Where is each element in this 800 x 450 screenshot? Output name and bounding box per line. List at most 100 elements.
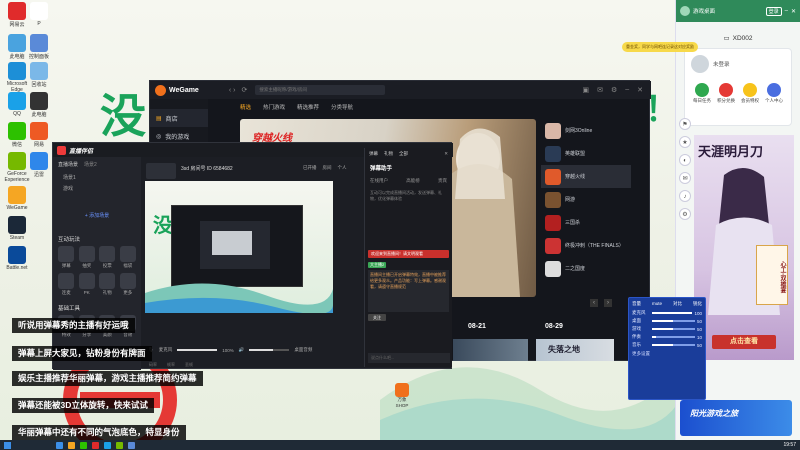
tab-category[interactable]: 分类导航: [331, 103, 353, 111]
speaker-icon[interactable]: 🔊: [239, 347, 245, 353]
close-icon[interactable]: ✕: [637, 86, 643, 94]
desktop-icon[interactable]: 控制面板: [24, 34, 54, 60]
taskbar-app-icon[interactable]: [104, 441, 111, 449]
tool-button[interactable]: 投票: [97, 246, 118, 269]
refresh-icon[interactable]: ⟳: [241, 86, 247, 94]
tool-button[interactable]: 弹幕: [56, 246, 77, 269]
game-list-item[interactable]: 三国杀: [541, 211, 631, 234]
add-scene-button[interactable]: + 添加场景: [53, 194, 141, 219]
dm-tab-gift[interactable]: 礼物: [384, 151, 393, 157]
game-list-item[interactable]: 穿越火线: [541, 165, 631, 188]
desktop-icon[interactable]: P: [24, 2, 54, 27]
mixer-slider[interactable]: [652, 344, 695, 346]
taskbar-app-icon[interactable]: [116, 441, 123, 449]
sidebar-item-store[interactable]: ▤ 商店: [150, 109, 208, 127]
desktop-icon[interactable]: 此电脑: [24, 92, 54, 118]
dm-input[interactable]: 说点什么吧...: [368, 353, 450, 363]
mixer-row[interactable]: 伴奏 10: [629, 333, 705, 341]
scene-source-1[interactable]: 场景1: [53, 172, 141, 183]
dm-tab-all[interactable]: 全部: [399, 151, 408, 157]
danmaku-panel[interactable]: 弹幕 礼物 全部 ✕ 弹幕助手 在线用户 高能榜 贵宾 互动可以完成直播间活动，…: [364, 148, 452, 367]
ad-banner[interactable]: 阳光游戏之旅: [680, 400, 792, 436]
taskbar-app-icon[interactable]: [92, 441, 99, 449]
tab-featured[interactable]: 精选: [240, 103, 251, 111]
mixer-slider[interactable]: [652, 336, 695, 338]
news-thumb-1[interactable]: [453, 339, 528, 361]
minimize-icon[interactable]: –: [625, 86, 629, 94]
game-list-item[interactable]: 剑网3Online: [541, 119, 631, 142]
quick-button[interactable]: 积分兑换: [715, 83, 737, 104]
stream-preview[interactable]: 没: [145, 181, 333, 313]
next-arrow-icon[interactable]: ›: [604, 299, 612, 307]
game-poster[interactable]: 天涯明月刀 心工·双雄宴 点击查看: [694, 135, 794, 360]
mixer-footer[interactable]: 更多设置: [629, 349, 705, 359]
taskbar-app-icon[interactable]: [80, 441, 87, 449]
tool-button[interactable]: 更多: [118, 273, 139, 296]
scene-tab-1[interactable]: 直播场景: [58, 161, 78, 168]
dm-subtab-rank[interactable]: 高能榜: [406, 178, 420, 184]
dm-subtab-online[interactable]: 在线用户: [370, 178, 388, 184]
tool-button[interactable]: 抽奖: [77, 246, 98, 269]
quick-button[interactable]: 会员特权: [739, 83, 761, 104]
dm-close-icon[interactable]: ✕: [444, 151, 448, 157]
rpanel-minimize-icon[interactable]: –: [785, 8, 788, 14]
mixer-slider[interactable]: [652, 312, 693, 314]
mixer-row[interactable]: 音乐 50: [629, 341, 705, 349]
dm-subtab-vip[interactable]: 贵宾: [438, 178, 447, 184]
game-list-item[interactable]: 英雄联盟: [541, 142, 631, 165]
audio-mixer-panel[interactable]: 音量 mute 对比 锐化 麦克风 100 桌面 50 游戏 50 伴奏 10 音乐 50 更多设置: [628, 297, 706, 400]
prev-arrow-icon[interactable]: ‹: [590, 299, 598, 307]
poster-cta-button[interactable]: 点击查看: [712, 335, 776, 349]
taskbar-app-icon[interactable]: [68, 441, 75, 449]
game-list-item[interactable]: 二之国度: [541, 257, 631, 280]
quick-button[interactable]: 每日任务: [691, 83, 713, 104]
news-thumb-2[interactable]: 失落之地: [536, 339, 614, 361]
start-icon[interactable]: [4, 441, 11, 449]
scene-source-2[interactable]: 游戏: [53, 183, 141, 194]
back-icon[interactable]: ‹ ›: [229, 87, 236, 94]
side-shortcut-icon[interactable]: ✉: [679, 172, 691, 184]
mail-icon[interactable]: ✉: [597, 86, 603, 94]
scene-tab-2[interactable]: 场景2: [84, 161, 97, 168]
mixer-row[interactable]: 游戏 50: [629, 325, 705, 333]
dm-follow-button[interactable]: 关注: [368, 314, 386, 321]
settings-icon[interactable]: ⚙: [611, 86, 617, 94]
top-link-profile[interactable]: 个人: [338, 165, 347, 171]
desktop-icon[interactable]: 迅雷: [24, 152, 54, 178]
side-shortcut-icon[interactable]: ⚙: [679, 208, 691, 220]
tab-hot[interactable]: 热门游戏: [263, 103, 285, 111]
gift-icon[interactable]: ▣: [582, 86, 589, 94]
rpanel-promo-banner[interactable]: 重金奖，同学与网吧连记录这对应奖励: [622, 42, 698, 52]
tool-button[interactable]: 福袋: [118, 246, 139, 269]
dm-tab-chat[interactable]: 弹幕: [369, 151, 378, 157]
mixer-slider[interactable]: [652, 328, 695, 330]
side-shortcut-icon[interactable]: ⚑: [679, 118, 691, 130]
top-link-room[interactable]: 房间: [323, 165, 332, 171]
side-shortcut-icon[interactable]: ◐: [679, 154, 691, 166]
tool-button[interactable]: PK: [77, 273, 98, 296]
shop-shortcut[interactable]: 万象SHOP: [392, 383, 412, 408]
mic-volume-slider[interactable]: [177, 349, 218, 351]
taskbar-app-icon[interactable]: [56, 441, 63, 449]
game-list-item[interactable]: 终极冲刺（THE FINALS）: [541, 234, 631, 257]
side-shortcut-icon[interactable]: ♪: [679, 190, 691, 202]
top-link-live[interactable]: 已开播: [303, 165, 317, 171]
desktop-icon[interactable]: 网易: [24, 122, 54, 148]
tool-button[interactable]: 礼物: [97, 273, 118, 296]
game-list-item[interactable]: 网游: [541, 188, 631, 211]
wegame-search-input[interactable]: 搜索主播昵称/游戏/房间: [255, 85, 386, 95]
desktop-icon[interactable]: Steam: [2, 216, 32, 241]
avatar[interactable]: [691, 55, 709, 73]
tool-button[interactable]: 连麦: [56, 273, 77, 296]
quick-button[interactable]: 个人中心: [763, 83, 785, 104]
desktop-icon[interactable]: Battle.net: [2, 246, 32, 271]
rpanel-close-icon[interactable]: ✕: [791, 8, 796, 15]
mixer-row[interactable]: 桌面 50: [629, 317, 705, 325]
desktop-icon[interactable]: WeGame: [2, 186, 32, 211]
tab-recommend[interactable]: 精选推荐: [297, 103, 319, 111]
side-shortcut-icon[interactable]: ★: [679, 136, 691, 148]
mixer-row[interactable]: 麦克风 100: [629, 309, 705, 317]
taskbar-app-icon[interactable]: [128, 441, 135, 449]
desktop-icon[interactable]: 回收站: [24, 62, 54, 88]
rpanel-login-button[interactable]: 登录: [765, 6, 782, 16]
